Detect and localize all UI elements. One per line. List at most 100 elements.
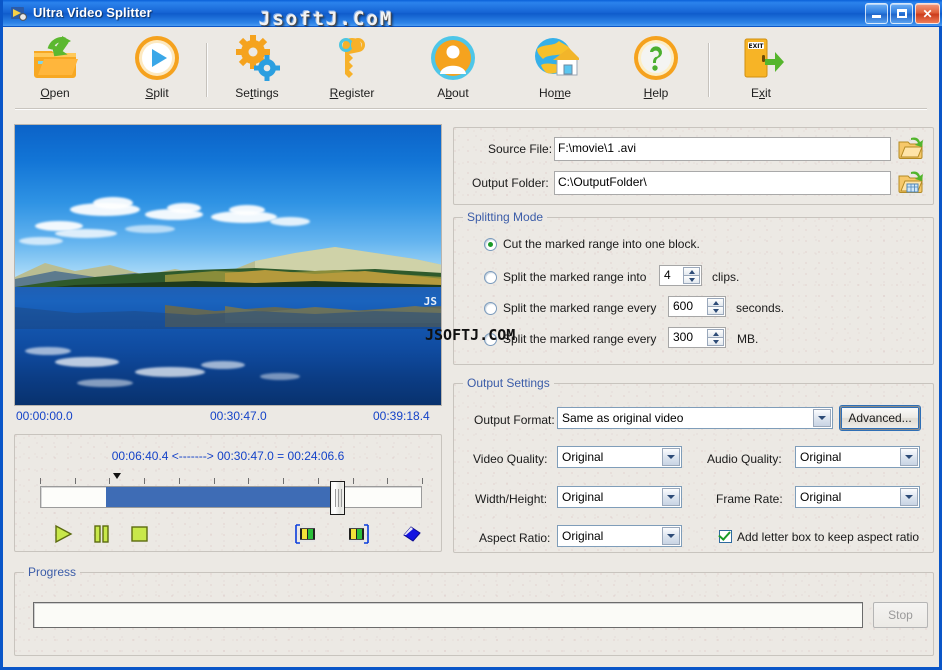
toolbar-button-open[interactable]: Open: [7, 33, 103, 109]
video-quality-label: Video Quality:: [473, 452, 548, 466]
aspect-ratio-label: Aspect Ratio:: [479, 531, 551, 545]
source-file-input[interactable]: F:\movie\1 .avi: [554, 137, 891, 161]
cloud-reflection: [25, 347, 71, 355]
window-title: Ultra Video Splitter: [33, 5, 152, 20]
aspect-ratio-value: Original: [562, 529, 604, 543]
width-height-label: Width/Height:: [475, 492, 548, 506]
app-icon: [11, 7, 27, 21]
toolbar-button-about[interactable]: About: [405, 33, 501, 109]
spinner-megabytes-value: 300: [673, 330, 694, 344]
watermark-preview: JS: [423, 295, 437, 308]
toolbar-button-exit[interactable]: EXIT Exit: [713, 33, 809, 109]
chevron-down-icon[interactable]: [662, 527, 680, 545]
output-folder-label: Output Folder:: [472, 176, 549, 190]
timeline-trackbar[interactable]: [40, 481, 422, 515]
preview-reflection: [15, 305, 441, 329]
mark-end-button[interactable]: [346, 523, 370, 545]
spinner-seconds[interactable]: 600: [668, 296, 726, 317]
file-paths-group: Source File: F:\movie\1 .avi Output Fold…: [453, 127, 934, 205]
frame-rate-label: Frame Rate:: [716, 492, 783, 506]
video-quality-select[interactable]: Original: [557, 446, 682, 468]
gears-icon: [209, 33, 305, 83]
progress-legend: Progress: [24, 565, 81, 579]
toolbar-button-settings[interactable]: Settings: [209, 33, 305, 109]
toolbar-label-split: Split: [145, 86, 169, 100]
radio-cut-one-block[interactable]: [484, 238, 497, 251]
trackbar-ticks: [40, 478, 423, 485]
toolbar-separator-1: [206, 43, 208, 97]
toolbar-label-exit: Exit: [750, 86, 771, 100]
progress-group: Progress Stop: [14, 565, 934, 656]
chevron-down-icon[interactable]: [813, 409, 831, 427]
browse-output-button[interactable]: [898, 170, 924, 197]
reset-marks-button[interactable]: [400, 523, 424, 545]
playback-controls: [43, 523, 421, 547]
stop-button[interactable]: Stop: [873, 602, 928, 628]
output-settings-group: Output Settings Output Format: Same as o…: [453, 376, 934, 553]
user-icon: [405, 33, 501, 83]
key-icon: [304, 33, 400, 83]
advanced-button[interactable]: Advanced...: [839, 405, 921, 431]
video-preview[interactable]: JS: [14, 124, 442, 406]
output-folder-input[interactable]: C:\OutputFolder\: [554, 171, 891, 195]
cloud: [55, 229, 117, 238]
mark-in-indicator: [113, 473, 121, 479]
aspect-ratio-select[interactable]: Original: [557, 525, 682, 547]
spinner-megabytes-down[interactable]: [707, 338, 724, 346]
width-height-value: Original: [562, 490, 604, 504]
label-split-every-mb: Split the marked range every: [503, 332, 657, 346]
spinner-seconds-up[interactable]: [707, 298, 724, 307]
chevron-down-icon[interactable]: [662, 488, 680, 506]
maximize-button[interactable]: [890, 3, 913, 24]
pause-button[interactable]: [89, 523, 113, 545]
time-current: 00:30:47.0: [210, 409, 267, 423]
letterbox-checkbox[interactable]: [719, 530, 732, 543]
unit-seconds: seconds.: [736, 301, 785, 315]
radio-split-into-clips[interactable]: [484, 271, 497, 284]
open-folder-icon: [7, 33, 103, 83]
letterbox-label: Add letter box to keep aspect ratio: [737, 530, 920, 544]
cloud: [270, 217, 310, 226]
toolbar-button-register[interactable]: Register: [304, 33, 400, 109]
audio-quality-select[interactable]: Original: [795, 446, 920, 468]
spinner-seconds-down[interactable]: [707, 307, 724, 315]
spinner-megabytes-up[interactable]: [707, 329, 724, 338]
chevron-down-icon[interactable]: [662, 448, 680, 466]
close-button[interactable]: ✕: [915, 3, 940, 24]
title-bar: Ultra Video Splitter JsoftJ.CoM ✕: [3, 0, 942, 30]
toolbar-divider: [15, 108, 927, 110]
minimize-button[interactable]: [865, 3, 888, 24]
audio-quality-value: Original: [800, 450, 842, 464]
cloud: [125, 225, 175, 233]
cloud: [229, 205, 265, 215]
splitting-mode-legend: Splitting Mode: [463, 210, 548, 224]
question-icon: [608, 33, 704, 83]
radio-split-every-mb[interactable]: [484, 333, 497, 346]
radio-split-every-seconds[interactable]: [484, 302, 497, 315]
selected-range-fill: [105, 487, 338, 507]
mark-start-button[interactable]: [294, 523, 318, 545]
chevron-down-icon[interactable]: [900, 488, 918, 506]
trackbar-panel: 00:06:40.4 <-------> 00:30:47.0 = 00:24:…: [14, 434, 442, 552]
audio-quality-label: Audio Quality:: [707, 452, 782, 466]
progress-bar: [33, 602, 863, 628]
browse-source-button[interactable]: [898, 136, 924, 163]
output-format-select[interactable]: Same as original video: [557, 407, 833, 429]
stop-button[interactable]: [127, 523, 151, 545]
chevron-down-icon[interactable]: [900, 448, 918, 466]
spinner-clips-down[interactable]: [683, 276, 700, 284]
label-cut-one-block: Cut the marked range into one block.: [503, 237, 700, 251]
trackbar-thumb[interactable]: [330, 481, 346, 515]
spinner-clips-up[interactable]: [683, 267, 700, 276]
output-settings-legend: Output Settings: [463, 376, 554, 390]
toolbar-button-split[interactable]: Split: [109, 33, 205, 109]
spinner-megabytes[interactable]: 300: [668, 327, 726, 348]
play-button[interactable]: [51, 523, 75, 545]
toolbar-button-help[interactable]: Help: [608, 33, 704, 109]
width-height-select[interactable]: Original: [557, 486, 682, 508]
spinner-seconds-value: 600: [673, 299, 694, 313]
time-total: 00:39:18.4: [373, 409, 430, 423]
toolbar-button-home[interactable]: Home: [507, 33, 603, 109]
frame-rate-select[interactable]: Original: [795, 486, 920, 508]
spinner-clips[interactable]: 4: [659, 265, 702, 286]
